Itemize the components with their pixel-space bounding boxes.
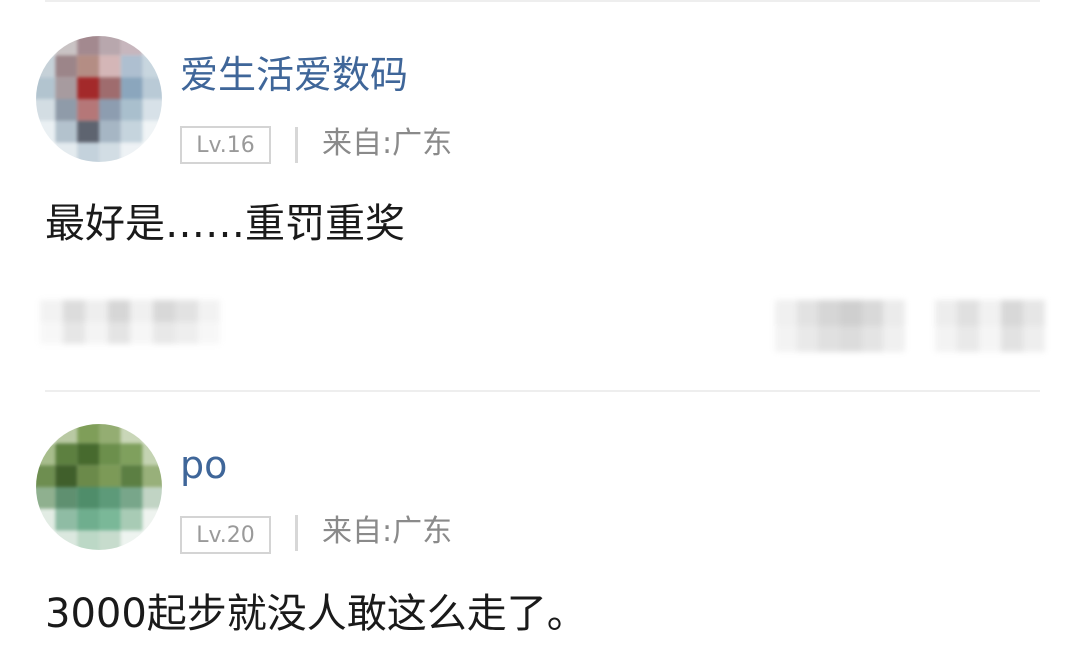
meta-separator: [295, 127, 298, 163]
avatar-pixelated-icon: [36, 424, 162, 550]
comment-time: [40, 300, 220, 344]
comment-text: 3000起步就没人敢这么走了。: [45, 591, 587, 637]
user-avatar[interactable]: [36, 36, 162, 162]
level-badge: Lv.20: [180, 516, 271, 554]
reply-icon[interactable]: [775, 300, 905, 352]
username[interactable]: po: [180, 446, 227, 484]
comment-item: po Lv.20 来自:广东 3000起步就没人敢这么走了。: [0, 392, 1080, 666]
level-badge: Lv.16: [180, 126, 271, 164]
meta-separator: [295, 515, 298, 551]
comment-item: 爱生活爱数码 Lv.16 来自:广东 最好是……重罚重奖: [0, 0, 1080, 390]
like-icon[interactable]: [935, 300, 1045, 352]
avatar-pixelated-icon: [36, 36, 162, 162]
location-text: 来自:广东: [322, 514, 453, 549]
username[interactable]: 爱生活爱数码: [180, 56, 408, 94]
user-avatar[interactable]: [36, 424, 162, 550]
location-text: 来自:广东: [322, 126, 453, 161]
comment-text: 最好是……重罚重奖: [45, 201, 405, 247]
